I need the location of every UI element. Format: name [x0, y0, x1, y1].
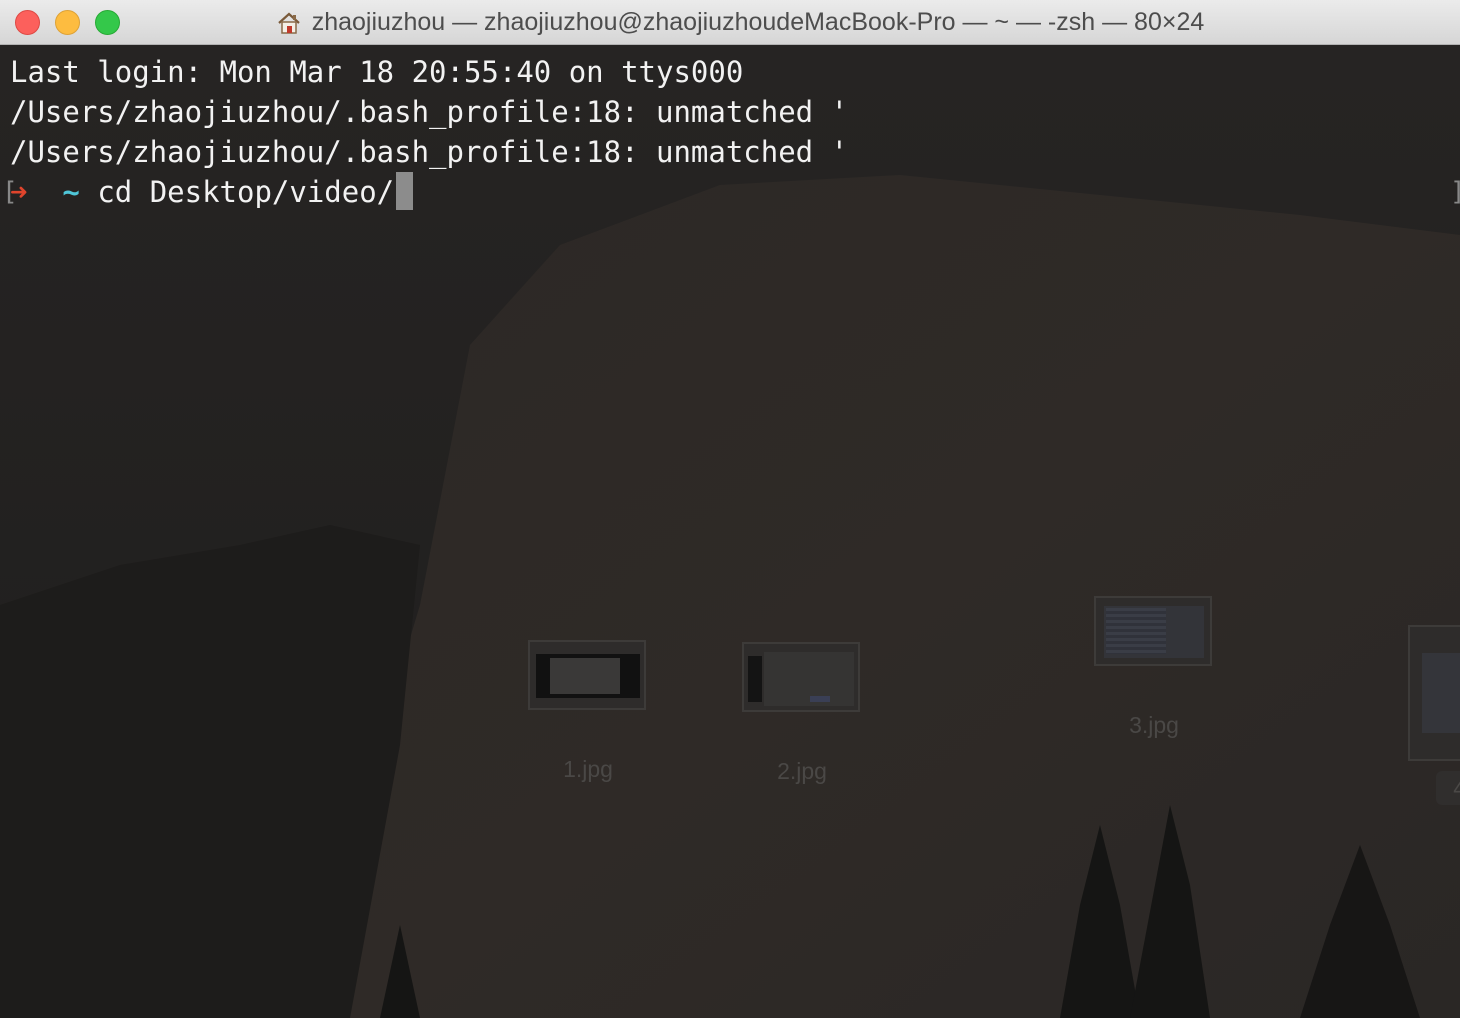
file-name: 1.jpg	[563, 756, 613, 782]
file-thumbnail	[1094, 596, 1212, 666]
file-thumbnail	[742, 642, 860, 712]
window-title-group: zhaojiuzhou — zhaojiuzhou@zhaojiuzhoudeM…	[0, 0, 1460, 45]
file-thumbnail	[1408, 625, 1460, 761]
file-name: 4	[1436, 771, 1460, 805]
window-title: zhaojiuzhou — zhaojiuzhou@zhaojiuzhoudeM…	[311, 8, 1205, 36]
terminal-output[interactable]: Last login: Mon Mar 18 20:55:40 on ttys0…	[0, 45, 1460, 1018]
title-bar: zhaojiuzhou — zhaojiuzhou@zhaojiuzhoudeM…	[0, 0, 1460, 45]
terminal-window-content[interactable]: Last login: Mon Mar 18 20:55:40 on ttys0…	[0, 45, 1460, 1018]
desktop-file-2[interactable]: 2.jpg	[742, 642, 862, 785]
text-cursor	[396, 172, 414, 210]
file-name: 2.jpg	[777, 758, 827, 784]
desktop-file-3[interactable]: 3.jpg	[1094, 596, 1214, 739]
desktop-file-4[interactable]: 4	[1408, 625, 1460, 805]
terminal-line: /Users/zhaojiuzhou/.bash_profile:18: unm…	[10, 135, 849, 169]
prompt-line[interactable]: ➜ ~ cd Desktop/video/	[10, 172, 414, 212]
prompt-directory: ~	[62, 175, 80, 209]
home-icon	[277, 12, 300, 34]
terminal-line: /Users/zhaojiuzhou/.bash_profile:18: unm…	[10, 95, 849, 129]
file-name: 3.jpg	[1129, 712, 1179, 738]
file-thumbnail	[528, 640, 646, 710]
command-input[interactable]: cd Desktop/video/	[97, 175, 394, 209]
prompt-arrow-icon: ➜	[10, 175, 28, 209]
desktop-file-1[interactable]: 1.jpg	[528, 640, 648, 783]
terminal-line: Last login: Mon Mar 18 20:55:40 on ttys0…	[10, 55, 744, 89]
prompt-bracket-right: ]	[1450, 172, 1460, 212]
